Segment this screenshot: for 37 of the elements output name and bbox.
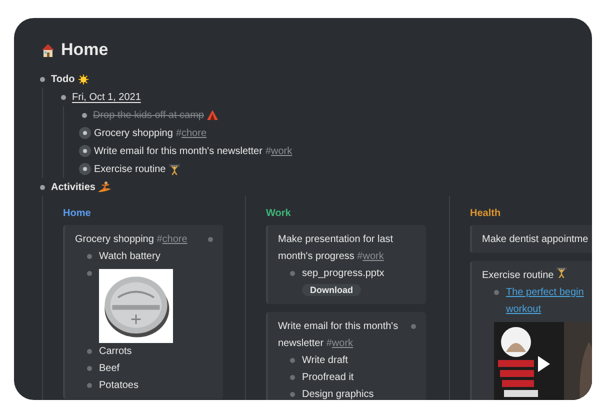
card-text: Grocery shopping #chore <box>75 233 188 247</box>
reference-dot[interactable] <box>208 237 213 242</box>
card-text: Make dentist appointme <box>482 233 590 247</box>
date-link[interactable]: Fri, Oct 1, 2021 <box>72 92 141 102</box>
reference-dot[interactable] <box>411 324 416 329</box>
card-text: Exercise routine <box>482 267 592 284</box>
card-text: Write email for this month's newsletter #work <box>278 320 400 351</box>
download-button[interactable]: Download <box>302 284 361 296</box>
block-text: Grocery shopping #chore <box>94 128 207 138</box>
bullet-text: Carrots <box>99 345 132 359</box>
column-heading: Health <box>470 208 502 219</box>
block-text: Todo <box>51 74 89 84</box>
video-link[interactable]: The perfect begin workout <box>506 284 584 318</box>
bullet-text: Potatoes <box>99 379 138 393</box>
block-text: Activities <box>51 181 112 193</box>
bullet-text: Write draft <box>302 354 348 368</box>
card-text: Make presentation for last month's progress #work <box>278 233 394 264</box>
surfer-icon <box>98 181 112 193</box>
file-name: sep_progress.pptx <box>302 267 384 281</box>
bullet-text: Proofread it <box>302 371 354 385</box>
bullet-text: Watch battery <box>99 250 160 264</box>
block-ref-bullet[interactable] <box>79 163 91 175</box>
house-icon <box>40 42 56 58</box>
block-ref-bullet[interactable] <box>79 127 91 139</box>
weightlifter-icon <box>556 267 568 278</box>
block-text: Drop the kids off at camp <box>93 110 218 120</box>
tent-icon <box>206 110 218 120</box>
page-title: Home <box>61 40 108 60</box>
bullet-text: Beef <box>99 362 120 376</box>
block-text: Exercise routine <box>94 164 180 174</box>
column-heading: Home <box>63 208 92 219</box>
block-text: Write email for this month's newsletter #work <box>94 146 292 156</box>
sun-icon <box>78 74 89 84</box>
weightlifter-icon <box>168 164 180 174</box>
column-heading: Work <box>266 208 292 219</box>
bullet-text: Design graphics <box>302 388 374 400</box>
block-ref-bullet[interactable] <box>79 145 91 157</box>
